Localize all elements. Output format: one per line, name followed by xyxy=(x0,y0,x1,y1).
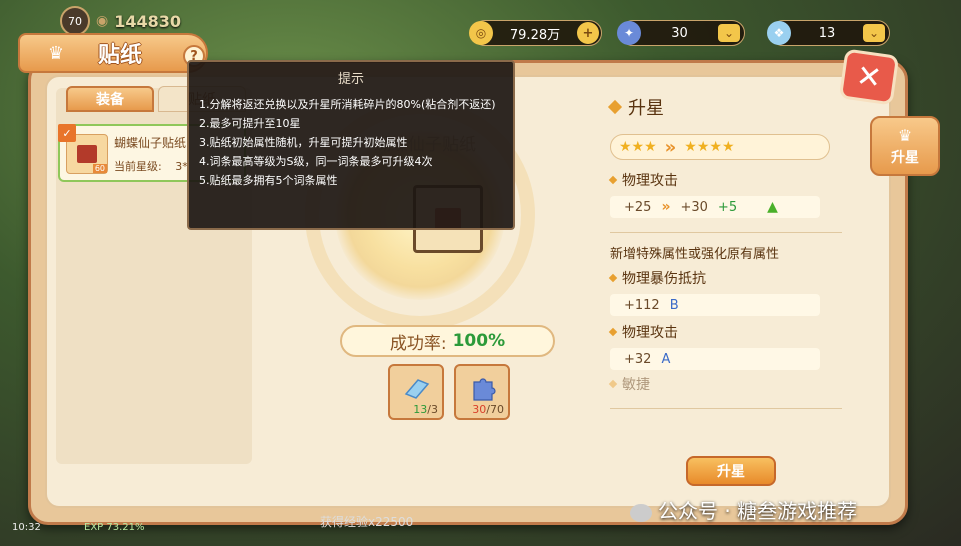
add-gold-button[interactable]: + xyxy=(577,22,599,44)
attr4-name: 敏捷 xyxy=(622,377,650,393)
player-hud: 70 ◉ 144830 xyxy=(60,6,181,36)
diamond-icon xyxy=(608,327,618,337)
crown-icon: ♛ xyxy=(897,125,913,145)
material-have: 13 xyxy=(413,403,428,416)
tooltip-line: 3.贴纸初始属性随机，升星可提升初始属性 xyxy=(199,136,408,149)
material-need: /3 xyxy=(427,403,438,416)
attr-row: +25 » +30 +5 ▲ xyxy=(610,196,820,218)
watermark-text: 公众号 · 糖叁游戏推荐 xyxy=(658,499,858,523)
item-star-row: 当前星级: 3* xyxy=(114,158,188,174)
power-value: 144830 xyxy=(114,11,182,31)
section-title-text: 升星 xyxy=(628,98,664,119)
success-rate: 成功率: 100% xyxy=(340,325,555,357)
item-name: 蝴蝶仙子贴纸 xyxy=(114,136,187,150)
check-icon: ✓ xyxy=(58,124,76,142)
puzzle-resource: ✦ 30 ⌄ xyxy=(617,20,745,46)
star-value: 3* xyxy=(175,160,188,173)
material-slot-crystal[interactable]: 13/3 xyxy=(388,364,444,420)
attr-title: 物理攻击 xyxy=(608,322,850,342)
attr1-from: +25 xyxy=(624,199,652,215)
diamond-icon xyxy=(608,273,618,283)
diamond-icon xyxy=(608,175,618,185)
crystal-resource: ❖ 13 ⌄ xyxy=(767,20,890,46)
material-count: 13/3 xyxy=(413,403,438,416)
tooltip-line: 2.最多可提升至10星 xyxy=(199,117,301,130)
attr-row: +32 A xyxy=(610,348,820,370)
panel-title: 贴纸 xyxy=(98,43,143,68)
tooltip-list: 1.分解将返还兑换以及升星所消耗碎片的80%(粘合剂不返还) 2.最多可提升至1… xyxy=(199,95,503,190)
attr2-name: 物理暴伤抵抗 xyxy=(622,271,706,287)
tooltip-title: 提示 xyxy=(337,72,364,87)
stars-to: ★★★★ xyxy=(684,139,735,155)
up-arrow-icon: ▲ xyxy=(767,199,778,215)
status-time: 10:32 xyxy=(12,522,41,533)
attr1-delta: +5 xyxy=(717,199,738,215)
star-label: 当前星级: xyxy=(114,160,162,173)
attr2-value: +112 xyxy=(624,297,660,313)
crystal-icon xyxy=(404,379,430,399)
tooltip-line: 1.分解将返还兑换以及升星所消耗碎片的80%(粘合剂不返还) xyxy=(199,98,496,111)
material-slot-puzzle[interactable]: 30/70 xyxy=(454,364,510,420)
section-title: 升星 xyxy=(607,94,850,120)
divider xyxy=(610,232,842,233)
status-exp: EXP 73.21% xyxy=(84,522,145,533)
rate-label: 成功率: xyxy=(389,333,447,354)
diamond-icon xyxy=(607,99,623,115)
attr-title: 敏捷 xyxy=(608,374,850,394)
puzzle-icon xyxy=(473,378,496,401)
item-level: 60 xyxy=(92,164,107,173)
side-tab-label: 升星 xyxy=(891,149,919,166)
gold-resource: ◎ 79.28万 + xyxy=(469,20,602,46)
attr3-name: 物理攻击 xyxy=(622,325,678,341)
material-have: 30 xyxy=(472,403,487,416)
wechat-icon xyxy=(630,503,652,522)
game-screen: 70 ◉ 144830 ◎ 79.28万 + ✦ 30 ⌄ ❖ 13 ⌄ ♛ 贴… xyxy=(0,0,961,546)
attr1-to: +30 xyxy=(680,199,708,215)
exp-gain-text: 获得经验x22500 xyxy=(320,515,414,529)
panel-title-tab: ♛ 贴纸 xyxy=(18,33,208,73)
attr-title: 物理暴伤抵抗 xyxy=(608,268,850,288)
attr3-grade: A xyxy=(661,351,671,367)
diamond-icon xyxy=(608,379,618,389)
level-badge[interactable]: 70 xyxy=(60,6,90,36)
crystal-value: 13 xyxy=(818,25,836,41)
tooltip-line: 4.词条最高等级为S级，同一词条最多可升级4次 xyxy=(199,155,433,168)
crystal-icon: ❖ xyxy=(767,21,791,45)
new-attr-title: 新增特殊属性或强化原有属性 xyxy=(610,247,780,262)
power-icon: ◉ xyxy=(96,13,109,29)
attr1-name: 物理攻击 xyxy=(622,173,678,189)
chevron-down-icon[interactable]: ⌄ xyxy=(863,24,885,42)
rate-value: 100% xyxy=(452,331,506,351)
stars-from: ★★★ xyxy=(619,139,657,155)
watermark: 公众号 · 糖叁游戏推荐 xyxy=(630,495,857,524)
upgrade-button[interactable]: 升星 xyxy=(686,456,776,486)
divider xyxy=(610,408,842,409)
double-chevron-icon: » xyxy=(664,136,677,158)
material-count: 30/70 xyxy=(472,403,504,416)
attr2-grade: B xyxy=(669,297,679,313)
double-chevron-icon: » xyxy=(661,199,671,215)
side-tab-upgrade[interactable]: ♛ 升星 xyxy=(870,116,940,176)
puzzle-icon: ✦ xyxy=(617,21,641,45)
crown-icon: ♛ xyxy=(47,42,65,64)
attr3-value: +32 xyxy=(624,351,652,367)
upgrade-info: 升星 ★★★ » ★★★★ 物理攻击 +25 » +30 +5 ▲ 新增特殊属性… xyxy=(607,94,850,419)
puzzle-value: 30 xyxy=(671,25,688,41)
attr-title: 物理攻击 xyxy=(608,170,850,190)
chevron-down-icon[interactable]: ⌄ xyxy=(718,24,740,42)
tooltip: 提示 1.分解将返还兑换以及升星所消耗碎片的80%(粘合剂不返还) 2.最多可提… xyxy=(187,60,515,230)
gold-value: 79.28万 xyxy=(509,27,561,43)
material-need: /70 xyxy=(486,403,504,416)
gold-coin-icon: ◎ xyxy=(469,21,493,45)
tab-equipment[interactable]: 装备 xyxy=(66,86,154,112)
star-progress: ★★★ » ★★★★ xyxy=(610,134,830,160)
attr-row: +112 B xyxy=(610,294,820,316)
gift-icon xyxy=(77,145,97,163)
tooltip-line: 5.贴纸最多拥有5个词条属性 xyxy=(199,174,338,187)
